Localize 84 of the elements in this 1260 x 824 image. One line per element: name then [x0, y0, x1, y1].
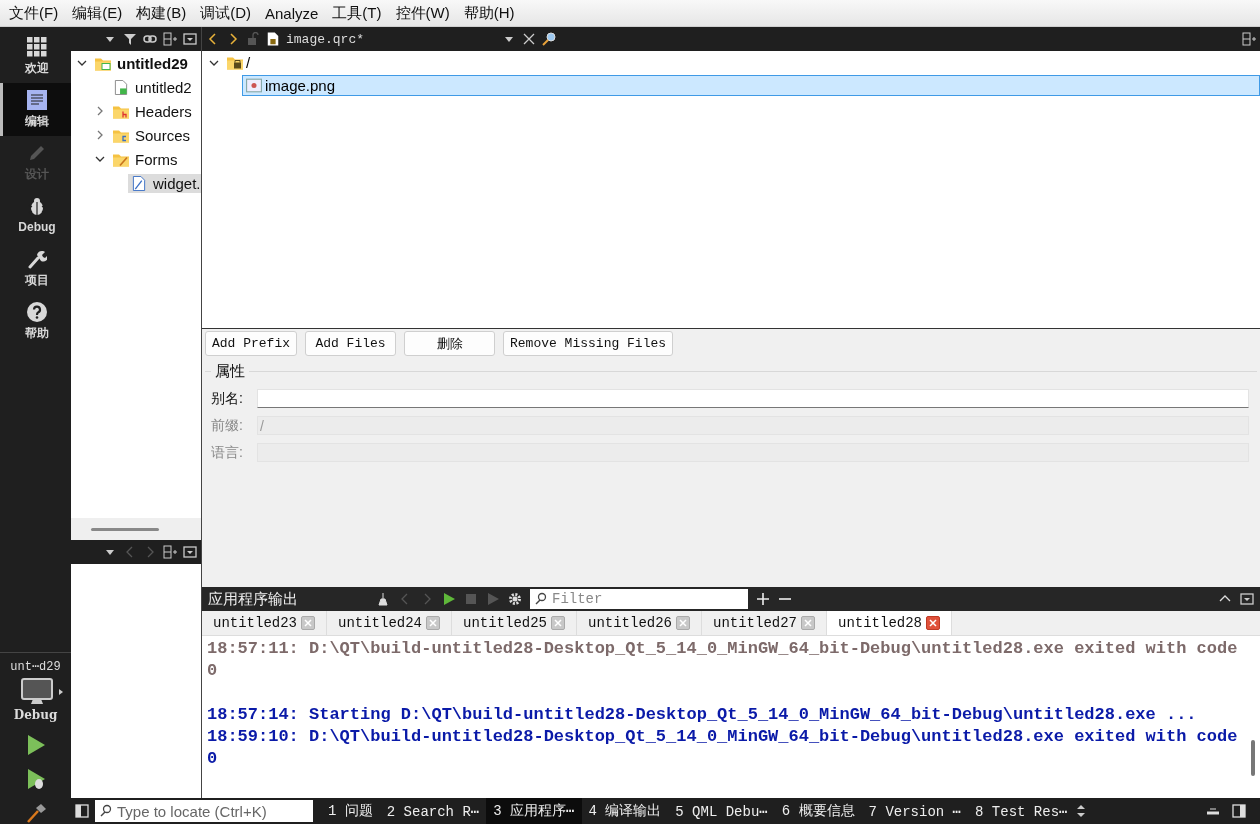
- monitor-icon[interactable]: [20, 678, 65, 706]
- tree-item[interactable]: Forms: [110, 149, 181, 169]
- output-pane-button[interactable]: 3 应用程序⋯: [486, 798, 582, 824]
- document-dropdown[interactable]: image.qrc*: [286, 31, 496, 47]
- hammer-icon[interactable]: [24, 802, 47, 824]
- document-icon: [27, 89, 47, 110]
- action-button[interactable]: Add Prefix: [205, 331, 297, 356]
- menu-item[interactable]: 调试(D): [193, 3, 258, 23]
- menu-item[interactable]: 编辑(E): [65, 3, 130, 23]
- tree-item[interactable]: widget.: [128, 173, 201, 193]
- mode-button[interactable]: 帮助: [0, 295, 71, 348]
- output-pane-button[interactable]: 5 QML Debu⋯: [668, 798, 775, 824]
- splitter-handle[interactable]: [91, 527, 159, 531]
- close-pane-icon[interactable]: [1240, 592, 1254, 606]
- tree-item[interactable]: Sources: [110, 125, 194, 145]
- field-label: 别名:: [211, 389, 244, 408]
- field-label: 语言:: [211, 443, 244, 462]
- add-icon[interactable]: [756, 592, 770, 606]
- output-pane-button[interactable]: 1 问题: [321, 798, 380, 824]
- wrench-icon: [27, 248, 47, 269]
- right-sidebar-icon[interactable]: [1232, 804, 1246, 818]
- grid-icon: [27, 36, 47, 57]
- sidebar-toggle-icon[interactable]: [75, 804, 89, 818]
- output-tab[interactable]: untitled28: [827, 611, 952, 635]
- split-icon[interactable]: [1242, 32, 1256, 46]
- image-file-icon: [246, 78, 262, 93]
- output-pane-button[interactable]: 8 Test Res⋯: [968, 798, 1075, 824]
- tree-item[interactable]: Headers: [110, 101, 195, 121]
- field-label: 前缀:: [211, 416, 244, 435]
- form-file-icon: [131, 175, 147, 191]
- tree-item[interactable]: /: [224, 54, 251, 71]
- tree-item[interactable]: image.png: [242, 75, 1260, 96]
- output-pane-button[interactable]: 6 概要信息: [774, 798, 862, 824]
- help-icon: [27, 301, 47, 322]
- chevron-down-icon[interactable]: [95, 154, 105, 164]
- filter-icon[interactable]: [123, 32, 137, 46]
- action-button[interactable]: 删除: [404, 331, 495, 356]
- split-icon[interactable]: [163, 32, 177, 46]
- mode-button[interactable]: Debug: [0, 189, 71, 242]
- tree-item[interactable]: untitled2: [110, 77, 195, 97]
- split-icon[interactable]: [163, 545, 177, 559]
- filter-box[interactable]: Filter: [530, 589, 748, 609]
- file-icon: [266, 32, 280, 46]
- link-icon[interactable]: [143, 32, 157, 46]
- tree-item[interactable]: untitled29: [92, 53, 191, 73]
- kit-build-label: Debug: [13, 708, 58, 722]
- group-title: 属性: [214, 362, 246, 381]
- close-pane-icon[interactable]: [183, 32, 197, 46]
- output-line: 18:57:11: D:\QT\build-untitled28-Desktop_Qt_5_14_0_MinGW_64_bit-Debug\untitled28.exe exited with code 0: [207, 638, 1239, 682]
- action-button[interactable]: Remove Missing Files: [503, 331, 674, 356]
- menu-item[interactable]: 工具(T): [325, 3, 389, 23]
- filter-field[interactable]: Filter: [552, 591, 732, 607]
- menu-item[interactable]: Analyze: [258, 4, 326, 22]
- chevron-right-icon[interactable]: [95, 130, 105, 140]
- search-icon[interactable]: [534, 592, 548, 606]
- menu-item[interactable]: 控件(W): [388, 3, 457, 23]
- file-icon: [113, 79, 129, 95]
- scrollbar-thumb[interactable]: [1251, 740, 1255, 776]
- close-pane-icon[interactable]: [183, 545, 197, 559]
- output-line: 18:57:14: Starting D:\QT\build-untitled28-Desktop_Qt_5_14_0_MinGW_64_bit-Debug\untitled28.exe ...: [207, 704, 1198, 726]
- menu-item[interactable]: 构建(B): [129, 3, 194, 23]
- settings-icon[interactable]: [508, 592, 522, 606]
- output-pane-button[interactable]: 7 Version ⋯: [861, 798, 969, 824]
- chevron-down-icon[interactable]: [77, 58, 87, 68]
- chevron-right-icon[interactable]: [95, 106, 105, 116]
- clear-icon[interactable]: [376, 592, 390, 606]
- search-icon[interactable]: [99, 804, 113, 818]
- close-icon[interactable]: [926, 616, 940, 630]
- pane-title: 应用程序输出: [208, 589, 299, 609]
- run-icon[interactable]: [442, 592, 456, 606]
- kit-project-label: unt⋯d29: [10, 659, 61, 674]
- action-button[interactable]: Add Files: [305, 331, 396, 356]
- input-field[interactable]: [257, 389, 1249, 408]
- mode-button[interactable]: 编辑: [0, 83, 71, 136]
- output-pane-button[interactable]: 4 编译输出: [581, 798, 669, 824]
- menu-item[interactable]: 帮助(H): [456, 3, 522, 23]
- menu-item[interactable]: 文件(F): [2, 3, 66, 23]
- locator-box[interactable]: Type to locate (Ctrl+K): [95, 800, 313, 822]
- mode-button[interactable]: 欢迎: [0, 30, 71, 83]
- lock-folder-icon: [227, 55, 243, 70]
- search-icon[interactable]: [542, 32, 556, 46]
- output-pane-button[interactable]: 2 Search R⋯: [379, 798, 487, 824]
- mode-button[interactable]: 项目: [0, 242, 71, 295]
- output-line: 18:59:10: D:\QT\build-untitled28-Desktop_Qt_5_14_0_MinGW_64_bit-Debug\untitled28.exe exited with code 0: [207, 726, 1239, 770]
